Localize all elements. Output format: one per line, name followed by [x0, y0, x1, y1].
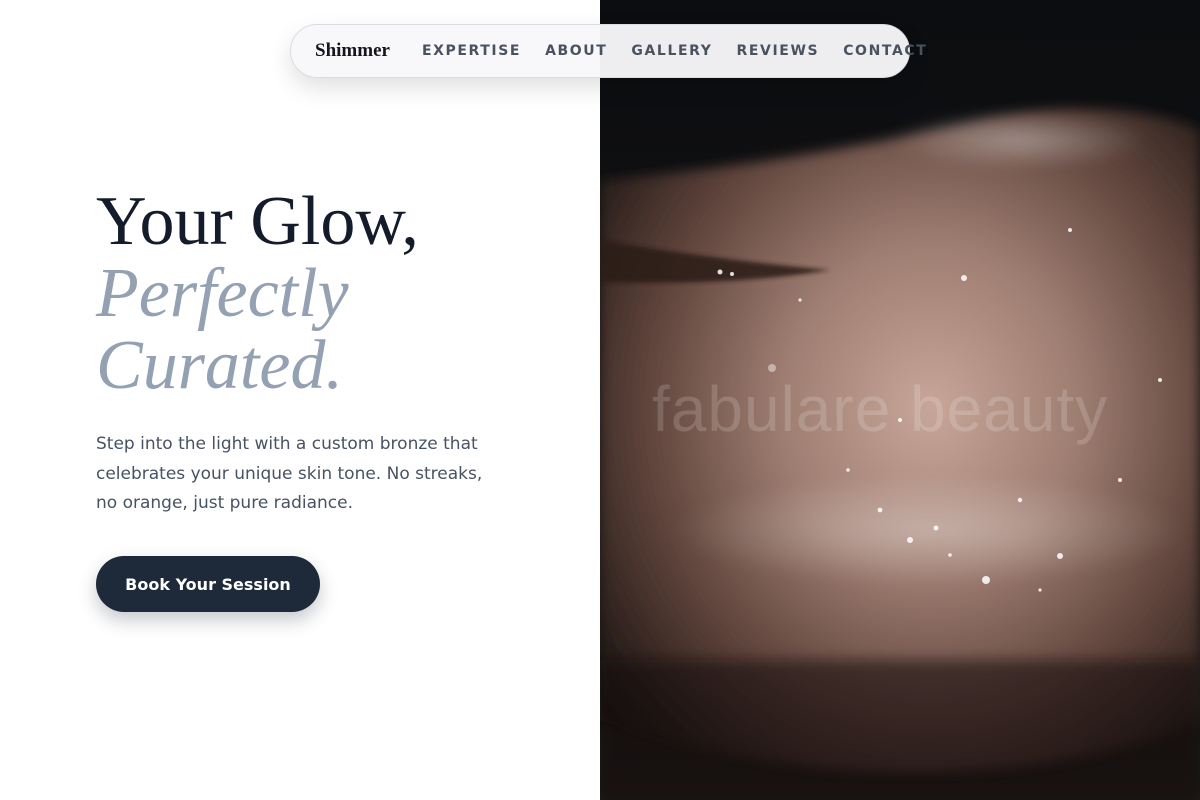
- navbar: Shimmer EXPERTISE ABOUT GALLERY REVIEWS …: [290, 24, 926, 78]
- nav-link-expertise[interactable]: EXPERTISE: [422, 43, 521, 59]
- glistening-skin-image: [600, 0, 1200, 800]
- headline-line-2: Perfectly: [96, 255, 349, 332]
- nav-link-about[interactable]: ABOUT: [545, 43, 607, 59]
- headline-line-3: Curated.: [96, 327, 343, 404]
- book-session-button[interactable]: Book Your Session: [96, 556, 320, 612]
- brand-logo[interactable]: Shimmer: [315, 40, 390, 62]
- nav-link-gallery[interactable]: GALLERY: [631, 43, 712, 59]
- hero-headline: Your Glow, Perfectly Curated.: [96, 186, 419, 402]
- headline-line-1: Your Glow,: [96, 183, 419, 260]
- hero-subcopy: Step into the light with a custom bronze…: [96, 434, 483, 513]
- nav-link-contact[interactable]: CONTACT: [843, 43, 927, 59]
- nav-link-reviews[interactable]: REVIEWS: [737, 43, 820, 59]
- hero-photo: fabulare beauty: [600, 0, 1200, 800]
